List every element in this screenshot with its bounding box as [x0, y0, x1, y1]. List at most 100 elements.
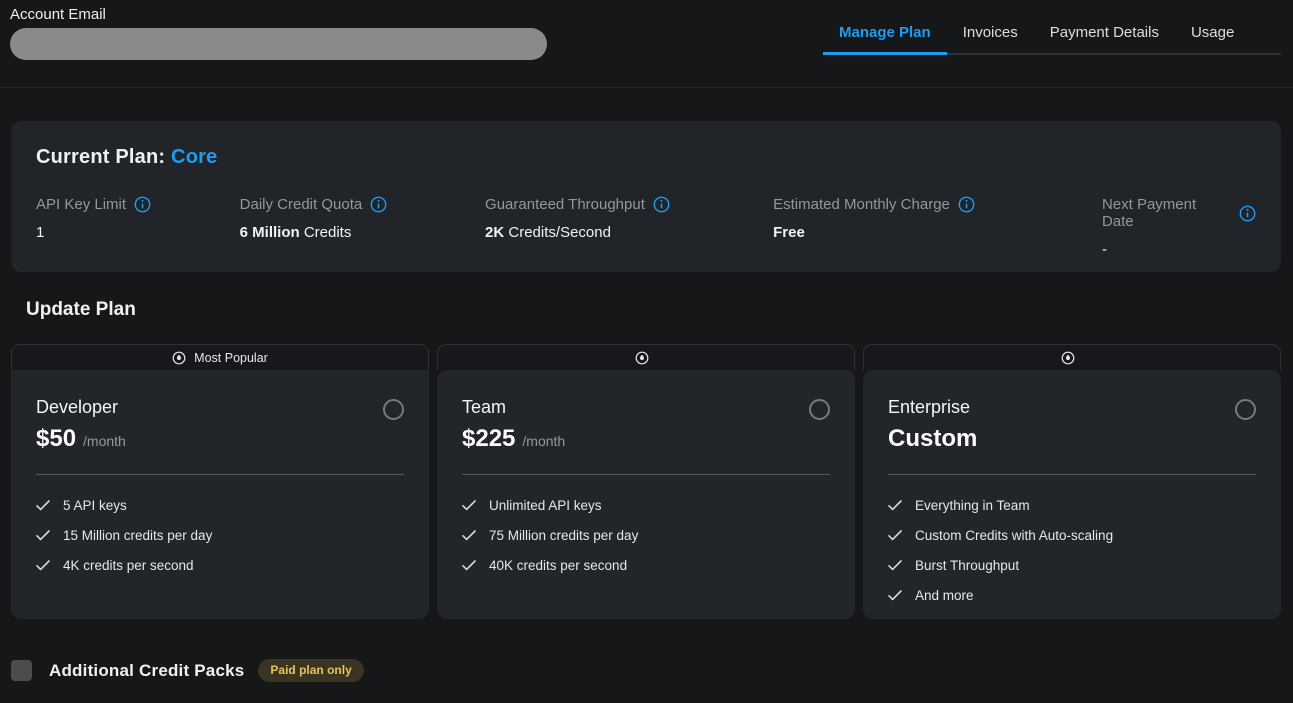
plan-feature: Custom Credits with Auto-scaling [888, 528, 1256, 543]
most-popular-band [863, 344, 1281, 370]
topbar: Account Email Manage PlanInvoicesPayment… [0, 0, 1293, 88]
tab-usage[interactable]: Usage [1175, 15, 1250, 55]
stat-value: 1 [36, 224, 44, 241]
plan-feature-text: And more [915, 588, 974, 603]
stat-value-strong: 6 Million [240, 224, 300, 241]
account-email-section: Account Email [10, 6, 547, 60]
plan-feature-text: 75 Million credits per day [489, 528, 638, 543]
current-plan-name: Core [171, 146, 217, 168]
plan-radio-team[interactable] [809, 399, 830, 420]
credit-packs-label: Additional Credit Packs [49, 661, 244, 681]
plan-feature: And more [888, 588, 1256, 603]
plan-features: 5 API keys 15 Million credits per day 4K… [36, 498, 404, 573]
plan-feature-text: Burst Throughput [915, 558, 1019, 573]
check-icon [36, 560, 50, 571]
info-icon[interactable] [1239, 205, 1256, 222]
plan-feature-text: Custom Credits with Auto-scaling [915, 528, 1113, 543]
check-icon [462, 500, 476, 511]
info-icon[interactable] [370, 196, 387, 213]
plan-divider [36, 474, 404, 475]
plan-name: Team [462, 397, 506, 418]
plan-option-developer: Most Popular Developer $50 /month 5 API … [11, 344, 429, 619]
plan-price-suffix: /month [522, 433, 565, 449]
paid-plan-only-badge: Paid plan only [258, 659, 363, 682]
current-plan-title-prefix: Current Plan: [36, 146, 171, 168]
flame-icon [1061, 351, 1075, 365]
plan-feature: 15 Million credits per day [36, 528, 404, 543]
plan-feature: 40K credits per second [462, 558, 830, 573]
most-popular-label: Most Popular [194, 351, 268, 365]
plan-features: Unlimited API keys 75 Million credits pe… [462, 498, 830, 573]
plan-name: Enterprise [888, 397, 970, 418]
plan-feature: 75 Million credits per day [462, 528, 830, 543]
flame-icon [635, 351, 649, 365]
plan-radio-enterprise[interactable] [1235, 399, 1256, 420]
stat-label: API Key Limit [36, 196, 126, 213]
check-icon [462, 560, 476, 571]
most-popular-band: Most Popular [11, 344, 429, 370]
check-icon [36, 530, 50, 541]
plan-feature: Unlimited API keys [462, 498, 830, 513]
stat-estimated-monthly-charge: Estimated Monthly Charge Free [773, 196, 1102, 258]
check-icon [36, 500, 50, 511]
tab-manage-plan[interactable]: Manage Plan [823, 15, 947, 55]
account-email-label: Account Email [10, 6, 547, 23]
info-icon[interactable] [958, 196, 975, 213]
current-plan-stats: API Key Limit 1 Daily Credit Quota [36, 196, 1256, 258]
plan-feature-text: Everything in Team [915, 498, 1030, 513]
info-icon[interactable] [653, 196, 670, 213]
stat-label: Next Payment Date [1102, 196, 1231, 230]
stat-value: Credits/Second [508, 224, 611, 241]
plan-card-developer[interactable]: Developer $50 /month 5 API keys 15 Milli… [11, 370, 429, 619]
plan-feature-text: 5 API keys [63, 498, 127, 513]
plan-feature: 4K credits per second [36, 558, 404, 573]
current-plan-title: Current Plan: Core [36, 146, 1256, 169]
check-icon [888, 500, 902, 511]
additional-credit-packs-row: Additional Credit Packs Paid plan only [11, 659, 1293, 682]
stat-value: - [1102, 241, 1107, 258]
stat-api-key-limit: API Key Limit 1 [36, 196, 240, 258]
tab-invoices[interactable]: Invoices [947, 15, 1034, 55]
plan-feature-text: Unlimited API keys [489, 498, 602, 513]
stat-label: Estimated Monthly Charge [773, 196, 950, 213]
stat-value-strong: 2K [485, 224, 504, 241]
plan-radio-developer[interactable] [383, 399, 404, 420]
plan-name: Developer [36, 397, 118, 418]
plan-price-suffix: /month [83, 433, 126, 449]
plan-feature-text: 15 Million credits per day [63, 528, 212, 543]
plan-feature: Burst Throughput [888, 558, 1256, 573]
tab-payment-details[interactable]: Payment Details [1034, 15, 1175, 55]
billing-tabs: Manage PlanInvoicesPayment DetailsUsage [823, 15, 1281, 55]
plan-divider [462, 474, 830, 475]
plan-price: $50 [36, 425, 76, 453]
stat-value-strong: Free [773, 224, 805, 241]
stat-label: Guaranteed Throughput [485, 196, 645, 213]
account-email-value-redacted[interactable] [10, 28, 547, 60]
stat-next-payment-date: Next Payment Date - [1102, 196, 1256, 258]
plan-option-team: Team $225 /month Unlimited API keys 75 M… [437, 344, 855, 619]
plan-price: $225 [462, 425, 515, 453]
plan-features: Everything in Team Custom Credits with A… [888, 498, 1256, 603]
stat-guaranteed-throughput: Guaranteed Throughput 2K Credits/Second [485, 196, 773, 258]
check-icon [462, 530, 476, 541]
stat-label: Daily Credit Quota [240, 196, 363, 213]
most-popular-band [437, 344, 855, 370]
check-icon [888, 590, 902, 601]
plan-options: Most Popular Developer $50 /month 5 API … [11, 344, 1281, 619]
check-icon [888, 560, 902, 571]
plan-feature-text: 40K credits per second [489, 558, 627, 573]
plan-card-team[interactable]: Team $225 /month Unlimited API keys 75 M… [437, 370, 855, 619]
stat-value: Credits [304, 224, 352, 241]
plan-feature-text: 4K credits per second [63, 558, 194, 573]
stat-daily-credit-quota: Daily Credit Quota 6 Million Credits [240, 196, 485, 258]
plan-price: Custom [888, 425, 977, 453]
current-plan-card: Current Plan: Core API Key Limit 1 Daily… [11, 121, 1281, 272]
info-icon[interactable] [134, 196, 151, 213]
plan-card-enterprise[interactable]: Enterprise Custom Everything in Team Cus… [863, 370, 1281, 619]
plan-feature: 5 API keys [36, 498, 404, 513]
plan-divider [888, 474, 1256, 475]
update-plan-title: Update Plan [26, 299, 1293, 321]
plan-option-enterprise: Enterprise Custom Everything in Team Cus… [863, 344, 1281, 619]
plan-feature: Everything in Team [888, 498, 1256, 513]
credit-packs-checkbox[interactable] [11, 660, 32, 681]
